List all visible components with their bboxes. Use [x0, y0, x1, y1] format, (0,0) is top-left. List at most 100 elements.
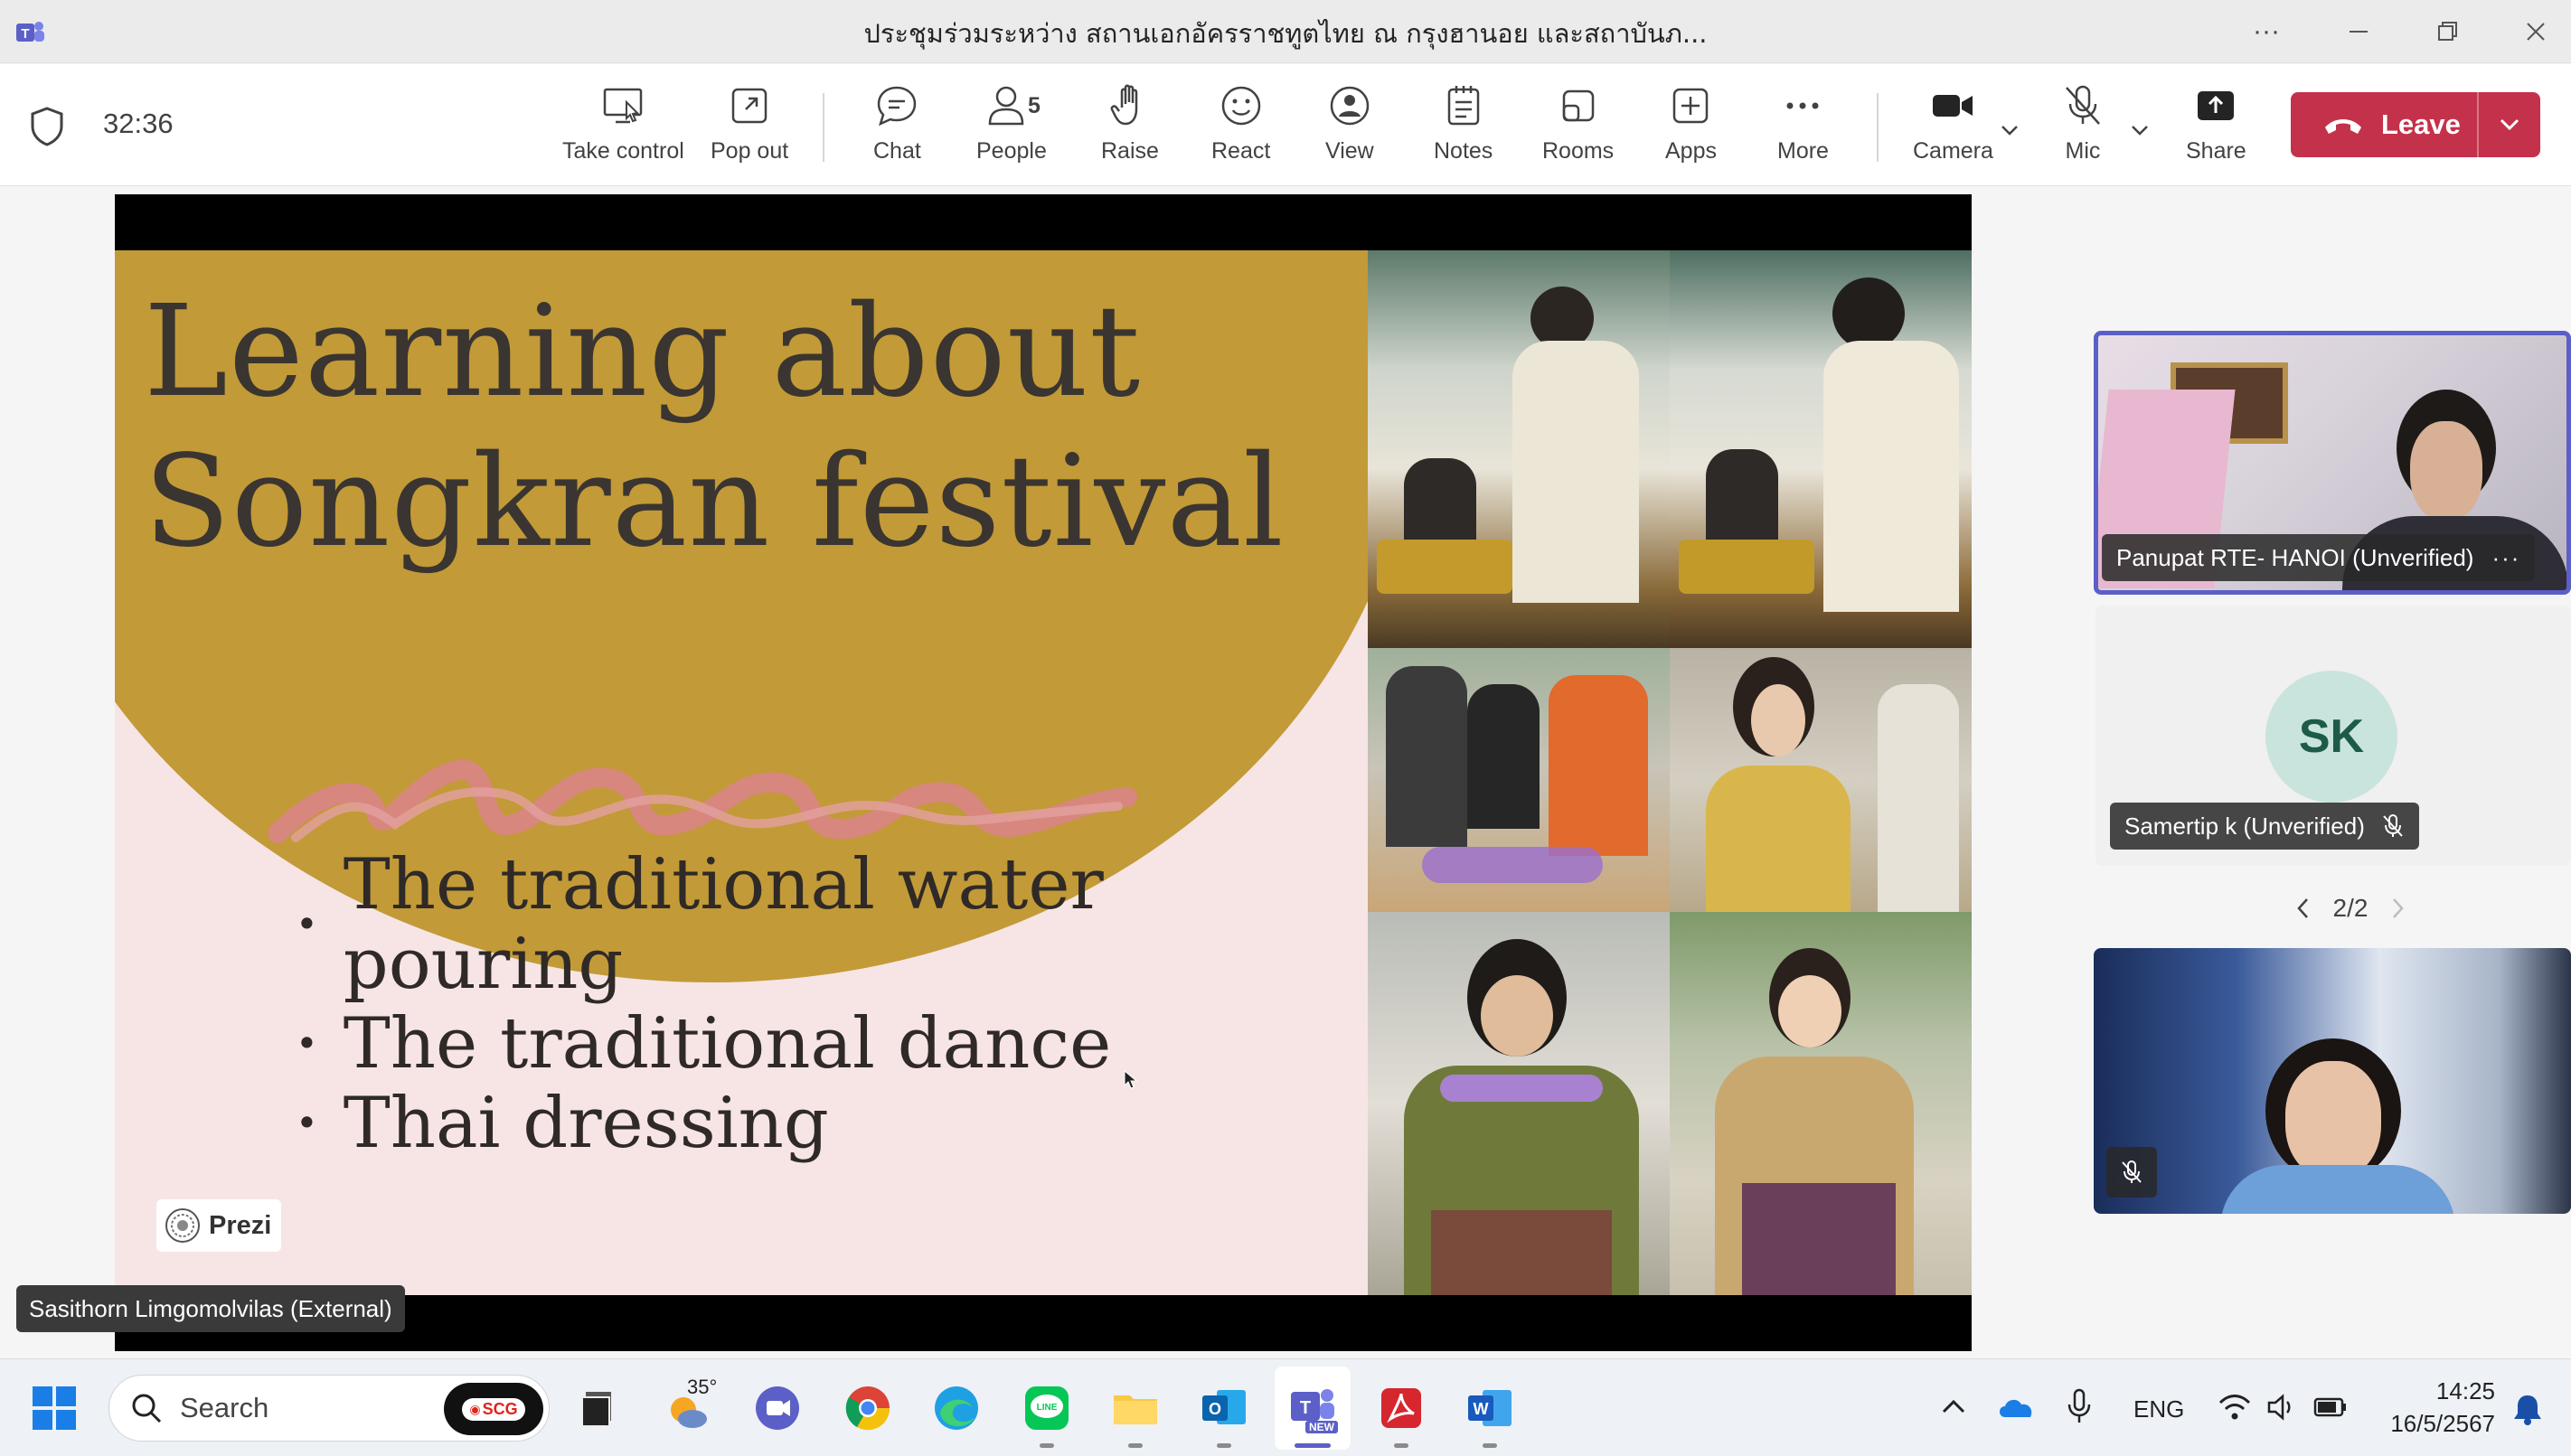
window-title: ประชุมร่วมระหว่าง สถานเอกอัครราชทูตไทย ณ…: [863, 18, 1708, 49]
participant-name-tag: Samertip k (Unverified): [2110, 803, 2419, 850]
more-options-icon[interactable]: ···: [2226, 0, 2307, 63]
leave-button[interactable]: Leave: [2291, 92, 2540, 157]
pop-out-button[interactable]: Pop out: [711, 82, 788, 173]
line-app-icon[interactable]: LINE: [1020, 1381, 1074, 1435]
participant-more-icon[interactable]: ···: [2491, 534, 2520, 581]
notes-icon: [1447, 86, 1479, 126]
chevron-right-icon[interactable]: [2387, 896, 2407, 921]
people-label: People: [976, 138, 1047, 164]
rooms-label: Rooms: [1542, 138, 1615, 164]
take-control-button[interactable]: Take control: [562, 82, 684, 173]
chevron-up-icon[interactable]: [1938, 1394, 1969, 1421]
apps-button[interactable]: Apps: [1665, 82, 1717, 173]
camera-button[interactable]: Camera: [1913, 82, 1993, 173]
more-button[interactable]: More: [1777, 82, 1829, 173]
participant-tile-panupat[interactable]: Panupat RTE- HANOI (Unverified) ···: [2094, 331, 2571, 595]
smiley-icon: [1221, 86, 1260, 126]
scg-widget[interactable]: ◉ SCG: [444, 1383, 543, 1435]
pager-text: 2/2: [2332, 894, 2369, 922]
more-label: More: [1777, 138, 1829, 164]
acrobat-icon[interactable]: [1374, 1381, 1428, 1435]
outlook-icon[interactable]: O: [1197, 1381, 1251, 1435]
mic-button[interactable]: Mic: [2059, 82, 2106, 173]
teams-chat-icon[interactable]: [750, 1381, 805, 1435]
camera-options-chevron-icon[interactable]: [1996, 117, 2023, 144]
svg-text:O: O: [1209, 1400, 1221, 1418]
participant-tile-samertip[interactable]: SK Samertip k (Unverified): [2095, 606, 2571, 866]
clock-date[interactable]: 16/5/2567: [2365, 1410, 2495, 1438]
leave-main[interactable]: Leave: [2291, 92, 2477, 157]
notes-button[interactable]: Notes: [1434, 82, 1493, 173]
task-view-icon[interactable]: [571, 1381, 626, 1435]
minimize-button[interactable]: [2318, 0, 2399, 63]
line-icon: LINE: [1025, 1386, 1069, 1430]
leave-label: Leave: [2381, 108, 2461, 140]
person-face: [2285, 1061, 2381, 1179]
teams-new-badge: NEW: [1305, 1421, 1338, 1433]
share-button[interactable]: Share: [2186, 82, 2246, 173]
prezi-label: Prezi: [209, 1210, 272, 1240]
mouse-cursor-icon: [1124, 1070, 1138, 1089]
volume-icon[interactable]: [2265, 1392, 2298, 1423]
search-icon: [132, 1394, 162, 1423]
wifi-icon[interactable]: [2217, 1392, 2253, 1423]
weather-temp: 35°: [687, 1376, 718, 1398]
restore-button[interactable]: [2406, 0, 2488, 63]
chevron-left-icon[interactable]: [2293, 896, 2313, 921]
file-explorer-icon[interactable]: [1108, 1381, 1163, 1435]
svg-text:LINE: LINE: [1037, 1403, 1058, 1413]
leave-options[interactable]: [2479, 111, 2540, 138]
pop-out-label: Pop out: [711, 138, 789, 164]
shield-icon[interactable]: [27, 105, 67, 148]
microphone-icon[interactable]: [2065, 1388, 2094, 1424]
person-shirt: [2220, 1165, 2455, 1214]
leave-chevron-icon: [2500, 118, 2519, 131]
edge-icon[interactable]: [929, 1381, 984, 1435]
slide-title: Learning about Songkran festival: [144, 277, 1285, 578]
person-face: [2410, 421, 2482, 521]
chat-label: Chat: [873, 138, 921, 164]
raise-hand-button[interactable]: Raise: [1101, 82, 1159, 173]
mic-options-chevron-icon[interactable]: [2126, 117, 2153, 144]
photo-garland-woman: [1670, 648, 1972, 912]
svg-text:W: W: [1474, 1400, 1489, 1418]
running-indicator: [1217, 1443, 1231, 1448]
clock-time[interactable]: 14:25: [2387, 1377, 2495, 1405]
teams-new-app[interactable]: T NEW: [1286, 1381, 1340, 1435]
running-indicator: [1483, 1443, 1497, 1448]
share-icon: [2198, 91, 2235, 120]
toolbar-separator: [1877, 93, 1879, 162]
windows-start-icon[interactable]: [27, 1381, 81, 1435]
bullet-item: • The traditional water pouring: [296, 845, 1375, 1004]
onedrive-icon[interactable]: [1996, 1392, 2036, 1421]
people-button[interactable]: 5 People: [976, 82, 1047, 173]
camera-icon: [1933, 95, 1973, 117]
squiggle-decoration: [268, 759, 1137, 843]
running-indicator: [1128, 1443, 1143, 1448]
battery-icon[interactable]: [2312, 1394, 2349, 1421]
chat-button[interactable]: Chat: [873, 82, 921, 173]
notification-bell-icon[interactable]: [2511, 1392, 2544, 1426]
slide-bullet-list: • The traditional water pouring • The trad…: [296, 845, 1375, 1163]
camera-label: Camera: [1913, 138, 1993, 164]
chrome-icon[interactable]: [841, 1381, 895, 1435]
chat-icon: [878, 86, 917, 127]
take-control-label: Take control: [562, 138, 684, 164]
weather-widget[interactable]: 35°: [662, 1376, 717, 1435]
photo-water-pouring-2: [1670, 250, 1972, 648]
word-icon[interactable]: W: [1463, 1381, 1517, 1435]
view-button[interactable]: View: [1325, 82, 1374, 173]
close-button[interactable]: [2495, 0, 2571, 63]
participant-tile-video[interactable]: [2094, 948, 2571, 1214]
hang-up-icon: [2325, 119, 2361, 134]
taskbar-search[interactable]: Search ◉ SCG: [108, 1375, 550, 1442]
rooms-button[interactable]: Rooms: [1542, 82, 1614, 173]
photo-traditional-dress-woman: [1670, 912, 1972, 1295]
more-dots-icon: [1786, 102, 1819, 109]
people-count: 5: [1027, 93, 1041, 118]
react-button[interactable]: React: [1211, 82, 1270, 173]
photo-water-pouring-1: [1368, 250, 1670, 648]
language-indicator[interactable]: ENG: [2133, 1395, 2184, 1423]
photo-traditional-dress-man: [1368, 912, 1670, 1295]
svg-text:T: T: [1300, 1398, 1311, 1418]
